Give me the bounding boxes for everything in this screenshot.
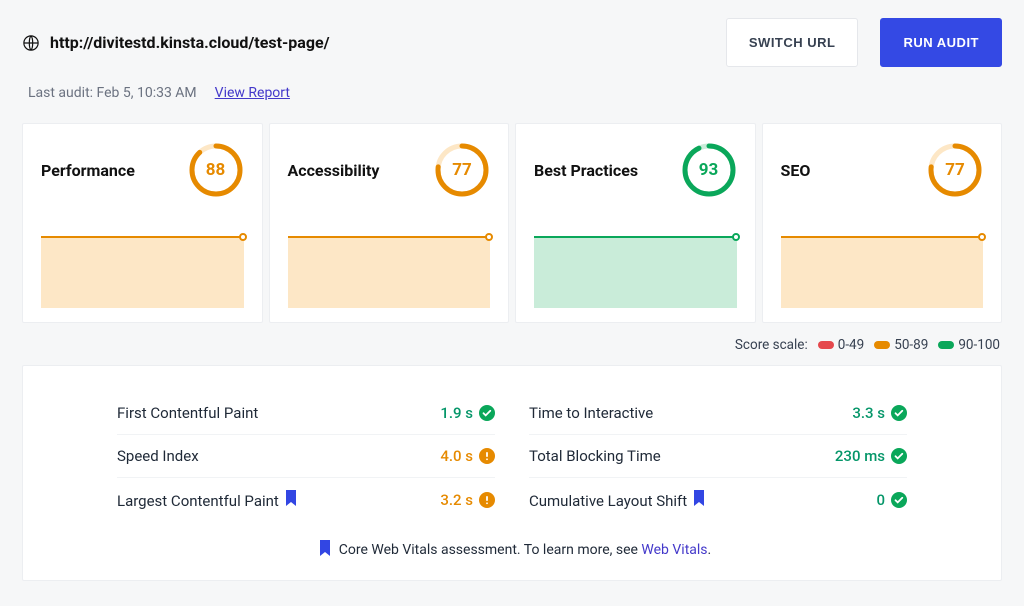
- check-circle-icon: [479, 405, 495, 421]
- legend-dot: [874, 341, 890, 349]
- trend-bar: [41, 236, 244, 308]
- score-card-seo[interactable]: SEO 77: [762, 123, 1003, 323]
- score-value: 93: [681, 142, 737, 198]
- metric-value: 3.2 s: [440, 491, 473, 509]
- metric-name: Speed Index: [117, 447, 440, 465]
- topbar: http://divitestd.kinsta.cloud/test-page/…: [22, 18, 1002, 67]
- metric-row[interactable]: Speed Index 4.0 s: [117, 435, 495, 478]
- subbar: Last audit: Feb 5, 10:33 AM View Report: [22, 67, 1002, 109]
- score-card-accessibility[interactable]: Accessibility 77: [269, 123, 510, 323]
- check-circle-icon: [891, 492, 907, 508]
- bookmark-icon: [285, 490, 299, 506]
- legend-dot: [938, 341, 954, 349]
- info-circle-icon: [479, 448, 495, 464]
- legend-range: 90-100: [958, 337, 1000, 353]
- metric-value: 1.9 s: [440, 404, 473, 422]
- legend-label: Score scale:: [735, 337, 808, 353]
- trend-bar: [288, 236, 491, 308]
- trend-bar: [534, 236, 737, 308]
- card-title: SEO: [781, 161, 811, 180]
- check-circle-icon: [891, 448, 907, 464]
- switch-url-button[interactable]: SWITCH URL: [726, 18, 859, 67]
- score-card-best-practices[interactable]: Best Practices 93: [515, 123, 756, 323]
- legend-range: 0-49: [838, 337, 865, 353]
- metric-name: Time to Interactive: [529, 404, 852, 422]
- bookmark-icon: [693, 490, 707, 506]
- metric-row[interactable]: Time to Interactive 3.3 s: [529, 392, 907, 435]
- card-title: Performance: [41, 161, 135, 180]
- metric-name: Total Blocking Time: [529, 447, 835, 465]
- legend-dot: [818, 341, 834, 349]
- metric-value: 230 ms: [835, 447, 885, 465]
- score-gauge: 88: [188, 142, 244, 198]
- score-value: 77: [434, 142, 490, 198]
- card-title: Accessibility: [288, 161, 380, 180]
- score-cards: Performance 88 Accessibility 77: [22, 123, 1002, 323]
- metric-row[interactable]: First Contentful Paint 1.9 s: [117, 392, 495, 435]
- info-circle-icon: [479, 492, 495, 508]
- card-title: Best Practices: [534, 161, 638, 180]
- trend-bar: [781, 236, 984, 308]
- metric-name: First Contentful Paint: [117, 404, 440, 422]
- web-vitals-link[interactable]: Web Vitals: [641, 542, 707, 558]
- metric-value: 3.3 s: [852, 404, 885, 422]
- last-audit-label: Last audit: Feb 5, 10:33 AM: [28, 85, 197, 101]
- score-value: 88: [188, 142, 244, 198]
- score-gauge: 77: [434, 142, 490, 198]
- metric-value: 4.0 s: [440, 447, 473, 465]
- page-url: http://divitestd.kinsta.cloud/test-page/: [50, 33, 330, 52]
- score-value: 77: [927, 142, 983, 198]
- metric-name: Cumulative Layout Shift: [529, 490, 876, 510]
- score-legend: Score scale: 0-49 50-89 90-100: [22, 337, 1000, 353]
- view-report-link[interactable]: View Report: [215, 85, 290, 101]
- metric-name: Largest Contentful Paint: [117, 490, 440, 510]
- legend-range: 50-89: [894, 337, 928, 353]
- metric-value: 0: [876, 491, 885, 509]
- metric-row[interactable]: Total Blocking Time 230 ms: [529, 435, 907, 478]
- metric-row[interactable]: Cumulative Layout Shift 0: [529, 478, 907, 522]
- metrics-panel: First Contentful Paint 1.9 s Speed Index…: [22, 365, 1002, 581]
- check-circle-icon: [891, 405, 907, 421]
- bookmark-icon: [319, 540, 333, 556]
- score-gauge: 93: [681, 142, 737, 198]
- run-audit-button[interactable]: RUN AUDIT: [880, 18, 1002, 67]
- cwv-note: Core Web Vitals assessment. To learn mor…: [41, 540, 983, 558]
- score-card-performance[interactable]: Performance 88: [22, 123, 263, 323]
- globe-icon: [22, 34, 40, 52]
- metric-row[interactable]: Largest Contentful Paint 3.2 s: [117, 478, 495, 522]
- score-gauge: 77: [927, 142, 983, 198]
